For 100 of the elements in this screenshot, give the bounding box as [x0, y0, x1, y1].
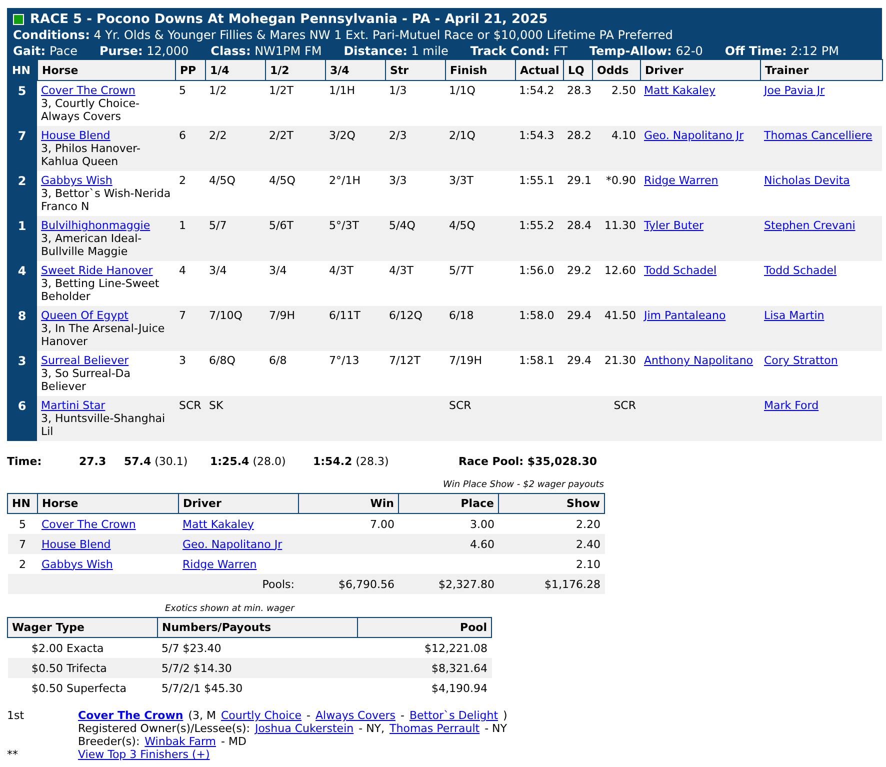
table-cell: 7/12T [385, 351, 445, 396]
table-cell: 1:54.3 [515, 126, 563, 171]
column-header: Trainer [760, 60, 882, 80]
table-cell: $2.00 Exacta [8, 638, 158, 658]
horse-link[interactable]: Cover The Crown [41, 84, 136, 97]
detail-link[interactable]: Always Covers [316, 709, 396, 722]
table-cell: 1:56.0 [515, 261, 563, 306]
horse-number: 2 [7, 171, 37, 216]
horse-pedigree: 3, Philos Hanover-Kahlua Queen [41, 142, 142, 168]
driver-link[interactable]: Ridge Warren [644, 174, 718, 187]
table-cell: 7°/13 [325, 351, 385, 396]
table-cell: 3/4 [205, 261, 265, 306]
detail-link[interactable]: View Top 3 Finishers (+) [78, 748, 210, 761]
trainer-link[interactable]: Nicholas Devita [764, 174, 850, 187]
driver-link[interactable]: Geo. Napolitano Jr [182, 538, 282, 550]
driver-link[interactable]: Geo. Napolitano Jr [644, 129, 744, 142]
table-cell: 11.30 [592, 216, 640, 261]
table-cell: 29.4 [563, 351, 592, 396]
detail-text: - NY [484, 722, 507, 735]
table-cell: 7/19H [445, 351, 515, 396]
detail-link[interactable]: Thomas Perrault [390, 722, 480, 735]
trainer-link[interactable]: Todd Schadel [764, 264, 837, 277]
race-pool: Race Pool: $35,028.30 [458, 455, 597, 468]
race-info: Track Cond: FT [470, 43, 568, 59]
detail-text: - NY, [358, 722, 385, 735]
driver-link[interactable]: Anthony Napolitano [644, 354, 754, 367]
table-cell: 21.30 [592, 351, 640, 396]
table-cell: 2.50 [592, 81, 640, 126]
table-cell: 6/18 [445, 306, 515, 351]
table-cell: 3/2Q [325, 126, 385, 171]
table-cell: $1,176.28 [498, 574, 604, 594]
trainer-link[interactable]: Cory Stratton [764, 354, 838, 367]
column-header: PP [176, 60, 206, 80]
trainer-link[interactable]: Joe Pavia Jr [764, 84, 825, 97]
column-header: 1/4 [206, 60, 266, 80]
table-cell: 28.4 [563, 216, 592, 261]
table-cell: $0.50 Superfecta [8, 678, 158, 698]
table-cell: 4/5Q [445, 216, 515, 261]
table-cell: 4/3T [385, 261, 445, 306]
table-cell: 4/5Q [265, 171, 325, 216]
horse-link[interactable]: Gabbys Wish [42, 558, 113, 570]
column-header: Driver [178, 494, 298, 514]
horse-link[interactable]: Sweet Ride Hanover [41, 264, 153, 277]
table-cell: 7 [175, 306, 205, 351]
table-cell: 2.20 [498, 514, 604, 534]
table-cell: SCR [175, 396, 205, 441]
table-cell: 5/7T [445, 261, 515, 306]
table-cell: 3/3 [385, 171, 445, 216]
winner-link[interactable]: Cover The Crown [78, 709, 184, 722]
trainer-link[interactable]: Stephen Crevani [764, 219, 856, 232]
detail-text: ) [503, 709, 508, 722]
trainer-link[interactable]: Lisa Martin [764, 309, 824, 322]
table-cell: 1/3 [385, 81, 445, 126]
driver-link[interactable]: Matt Kakaley [644, 84, 716, 97]
table-cell: 5/7/2/1 $45.30 [158, 678, 358, 698]
finish-mark: ** [7, 748, 18, 761]
horse-link[interactable]: House Blend [41, 129, 110, 142]
table-cell: 2 [8, 554, 38, 574]
table-cell: 2/1Q [445, 126, 515, 171]
column-header: Place [398, 494, 498, 514]
horse-link[interactable]: Surreal Believer [41, 354, 129, 367]
table-cell: 6 [175, 126, 205, 171]
driver-link[interactable]: Tyler Buter [644, 219, 704, 232]
detail-text: Registered Owner(s)/Lessee(s): [78, 722, 250, 735]
race-info: Class: NW1PM FM [210, 43, 322, 59]
table-cell: $0.50 Trifecta [8, 658, 158, 678]
horse-pedigree: 3, Huntsville-Shanghai Lil [41, 412, 166, 438]
horse-link[interactable]: Bulvilhighonmaggie [41, 219, 150, 232]
driver-link[interactable]: Todd Schadel [644, 264, 717, 277]
detail-link[interactable]: Bettor`s Delight [409, 709, 498, 722]
horse-link[interactable]: Gabbys Wish [41, 174, 112, 187]
table-cell: 3.00 [398, 514, 498, 534]
horse-number: 6 [7, 396, 37, 441]
column-header: Wager Type [8, 618, 158, 638]
detail-link[interactable]: Joshua Cukerstein [254, 722, 354, 735]
horse-link[interactable]: Martini Star [41, 399, 106, 412]
column-header: LQ [564, 60, 592, 80]
column-header: Horse [38, 494, 178, 514]
table-cell: 29.1 [563, 171, 592, 216]
table-cell: $6,790.56 [298, 574, 398, 594]
horse-link[interactable]: Cover The Crown [42, 518, 136, 530]
column-header: Finish [446, 60, 516, 80]
wps-caption: Win Place Show - $2 wager payouts [442, 480, 604, 490]
horse-link[interactable]: House Blend [42, 538, 111, 550]
horse-link[interactable]: Queen Of Egypt [41, 309, 128, 322]
horse-pedigree: 3, American Ideal-Bullville Maggie [41, 232, 143, 258]
trainer-link[interactable]: Mark Ford [764, 399, 819, 412]
table-cell: SCR [445, 396, 515, 441]
race-info: Temp-Allow: 62-0 [589, 43, 703, 59]
detail-link[interactable]: Winbak Farm [144, 735, 216, 748]
driver-link[interactable]: Jim Pantaleano [644, 309, 726, 322]
table-cell: 5/7 $23.40 [158, 638, 358, 658]
detail-link[interactable]: Courtly Choice [220, 709, 302, 722]
trainer-link[interactable]: Thomas Cancelliere [764, 129, 872, 142]
column-header: Show [498, 494, 604, 514]
table-cell: 7/9H [265, 306, 325, 351]
driver-link[interactable]: Ridge Warren [182, 558, 257, 570]
table-cell: 3/4 [265, 261, 325, 306]
driver-link[interactable]: Matt Kakaley [182, 518, 254, 530]
table-cell: 4/5Q [205, 171, 265, 216]
